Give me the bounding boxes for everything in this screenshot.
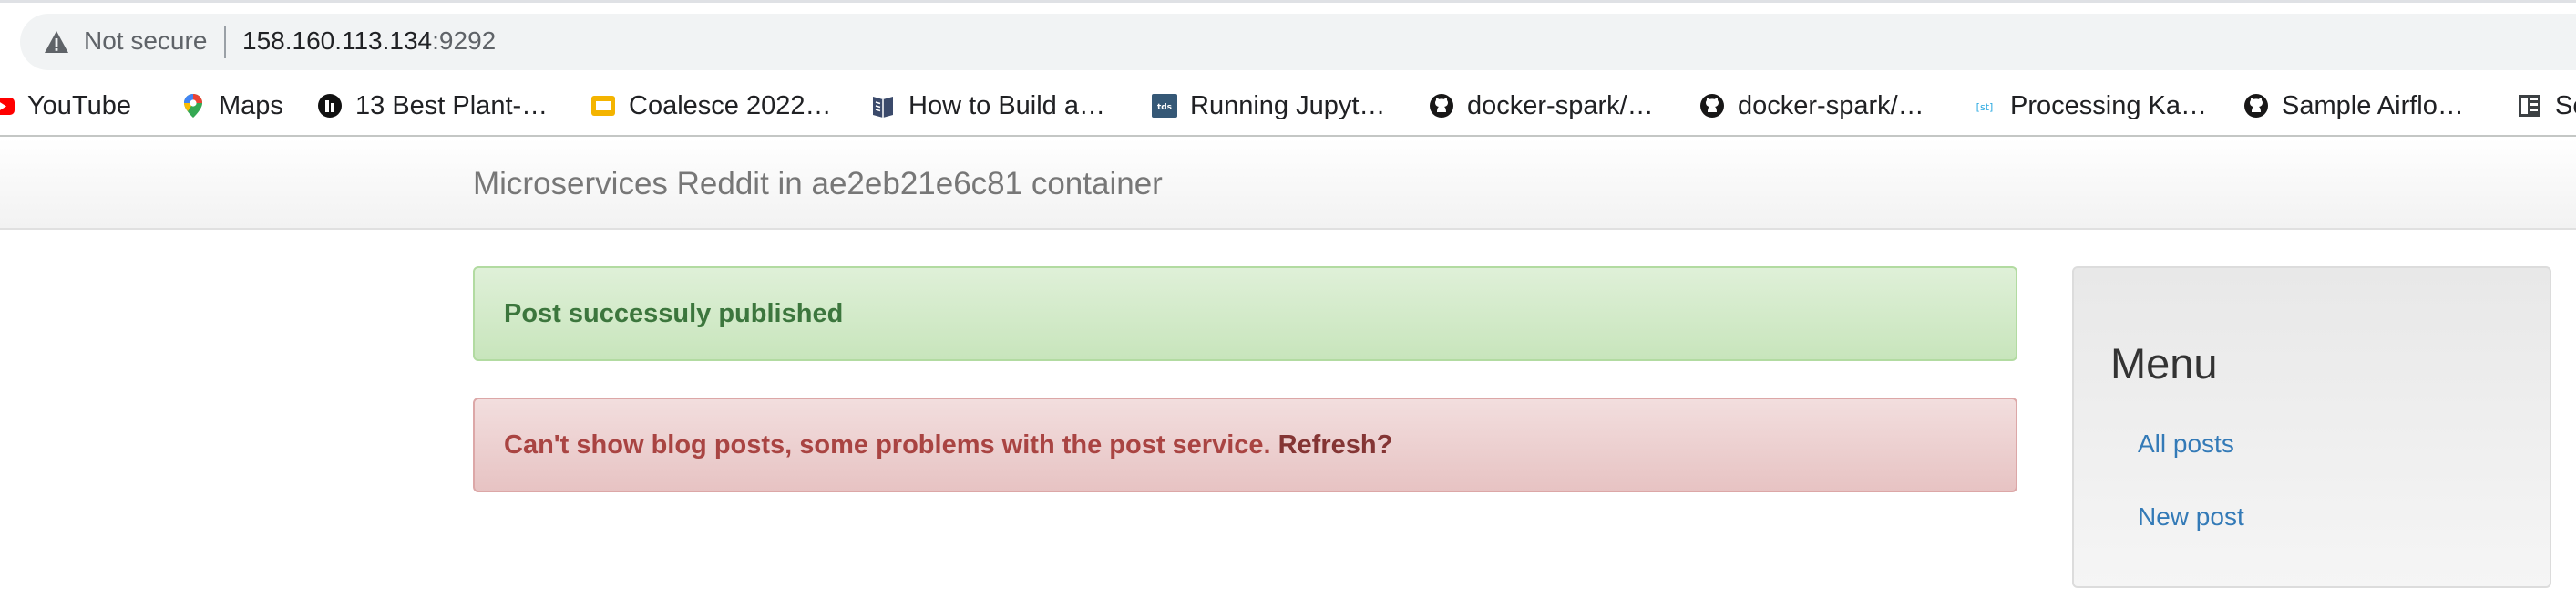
maps-pin-icon: [184, 94, 202, 118]
menu-title: Menu: [2110, 339, 2218, 388]
address-separator: [224, 26, 226, 58]
error-alert-text: Can't show blog posts, some problems wit…: [504, 429, 1271, 460]
bookmark-label: YouTube: [27, 90, 131, 120]
bookmark-processing-ka[interactable]: [st] Processing Ka…: [1972, 78, 2207, 133]
book-icon: [873, 97, 893, 118]
bookmark-sc[interactable]: Sc: [2517, 78, 2576, 133]
bookmark-label: 13 Best Plant-…: [355, 90, 549, 120]
github-icon: [1430, 94, 1453, 118]
url-text[interactable]: 158.160.113.134:9292: [242, 25, 496, 57]
error-alert: Can't show blog posts, some problems wit…: [473, 398, 2017, 492]
success-alert-text: Post successuly published: [504, 298, 844, 328]
bookmark-label: How to Build a…: [908, 90, 1105, 120]
bookmark-label: Coalesce 2022…: [629, 90, 832, 120]
docs-icon: [2519, 95, 2540, 117]
bookmark-coalesce-2022[interactable]: Coalesce 2022…: [590, 78, 831, 133]
url-port: :9292: [432, 26, 497, 55]
bookmark-maps[interactable]: Maps: [180, 78, 283, 133]
bookmark-label: Maps: [219, 90, 283, 120]
bookmark-label: docker-spark/…: [1467, 90, 1654, 120]
bookmark-youtube[interactable]: YouTube: [0, 78, 131, 133]
sidebar-menu: Menu All posts New post: [2072, 266, 2551, 588]
site-icon: [st]: [1976, 101, 1994, 113]
site-icon: [318, 94, 342, 118]
app-navbar: Microservices Reddit in ae2eb21e6c81 con…: [0, 139, 2576, 230]
security-label[interactable]: Not secure: [84, 25, 207, 57]
bookmark-docker-spark-2[interactable]: docker-spark/…: [1699, 78, 1924, 133]
bookmark-docker-spark-1[interactable]: docker-spark/…: [1429, 78, 1654, 133]
bookmark-label: Running Jupyt…: [1190, 90, 1386, 120]
bookmark-sample-airflow[interactable]: Sample Airflo…: [2243, 78, 2464, 133]
bookmarks-bar: YouTube Maps 13 Best Plant-… Coalesce 20…: [0, 78, 2576, 137]
bookmark-label: Sample Airflo…: [2282, 90, 2464, 120]
success-alert: Post successuly published: [473, 266, 2017, 361]
slides-icon: [591, 96, 615, 116]
url-host: 158.160.113.134: [242, 26, 433, 55]
warning-triangle-icon[interactable]: [44, 30, 69, 54]
bookmark-label: Sc: [2555, 90, 2576, 120]
youtube-icon: [0, 98, 15, 115]
bookmark-how-to-build[interactable]: How to Build a…: [870, 78, 1105, 133]
bookmark-13-best-plant[interactable]: 13 Best Plant-…: [317, 78, 548, 133]
svg-text:[st]: [st]: [1976, 101, 1994, 113]
menu-link-all-posts[interactable]: All posts: [2138, 429, 2234, 460]
svg-text:tds: tds: [1157, 103, 1172, 112]
menu-link-new-post[interactable]: New post: [2138, 501, 2244, 532]
bookmark-running-jupyter[interactable]: tds Running Jupyt…: [1152, 78, 1385, 133]
bookmark-label: docker-spark/…: [1738, 90, 1924, 120]
bookmark-label: Processing Ka…: [2010, 90, 2207, 120]
browser-address-bar: Not secure 158.160.113.134:9292: [0, 0, 2576, 78]
github-icon: [1700, 94, 1724, 118]
navbar-brand[interactable]: Microservices Reddit in ae2eb21e6c81 con…: [473, 166, 1163, 202]
refresh-link[interactable]: Refresh?: [1278, 430, 1393, 460]
tds-icon: tds: [1152, 94, 1177, 118]
github-icon: [2244, 94, 2268, 118]
